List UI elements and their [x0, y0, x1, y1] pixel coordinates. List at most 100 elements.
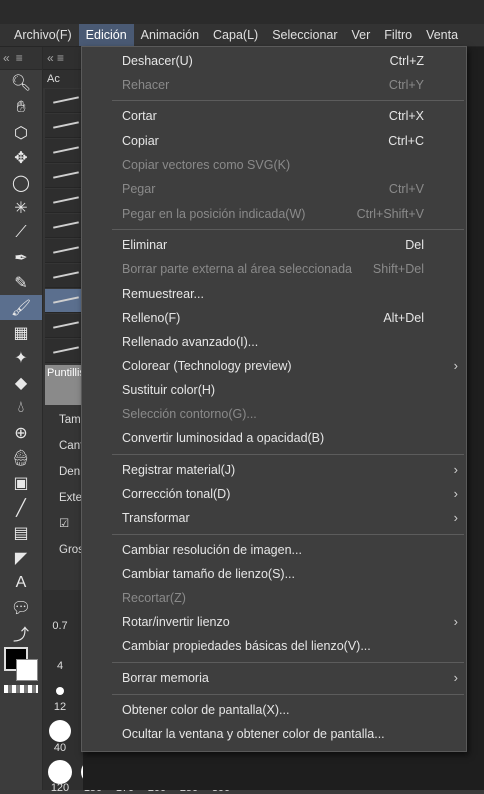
sparkle-tool-icon[interactable]: ✦ — [0, 345, 42, 370]
brush-tool-icon[interactable]: 🖌︎ — [0, 295, 42, 320]
menu-filtro[interactable]: Filtro — [377, 24, 419, 46]
menu-item-relleno[interactable]: Relleno(F) Alt+Del — [82, 306, 466, 330]
menu-item-shortcut: Ctrl+V — [388, 182, 424, 196]
decoration-tool-icon[interactable]: 🧁︎ — [0, 445, 42, 470]
checkbox-row[interactable]: ☑ — [43, 511, 83, 537]
eyedropper-icon[interactable]: ⟋ — [0, 220, 42, 245]
menu-item-deshacer[interactable]: Deshacer(U) Ctrl+Z — [82, 49, 466, 73]
object-tool-icon[interactable]: ⬡ — [0, 120, 42, 145]
magic-wand-icon[interactable]: ✳ — [0, 195, 42, 220]
menu-item-seleccion-contorno[interactable]: Selección contorno(G)... — [82, 402, 466, 426]
color-swatches[interactable] — [0, 645, 42, 683]
menu-ver[interactable]: Ver — [345, 24, 378, 46]
balloon-tool-icon[interactable]: 💬︎ — [0, 595, 42, 620]
menu-item-label: Copiar — [122, 134, 159, 148]
menu-item-registrar-material[interactable]: Registrar material(J) › — [82, 458, 466, 482]
menu-item-recortar[interactable]: Recortar(Z) — [82, 586, 466, 610]
prop-row[interactable]: Gros — [43, 537, 84, 563]
size-label[interactable]: 120 — [45, 782, 75, 794]
zoom-tool-icon[interactable]: 🔍︎ — [0, 70, 42, 95]
sub-color-swatch[interactable] — [16, 659, 38, 681]
eraser-tool-icon[interactable]: ◆ — [0, 370, 42, 395]
correct-line-tool-icon[interactable]: ⤴ — [0, 620, 42, 645]
menu-item-label: Cambiar propiedades básicas del lienzo(V… — [122, 639, 371, 653]
menu-item-label: Convertir luminosidad a opacidad(B) — [122, 431, 325, 445]
brush-item[interactable] — [45, 239, 81, 263]
menu-edicion[interactable]: Edición — [78, 24, 134, 46]
brush-item[interactable] — [45, 164, 81, 188]
menu-capa[interactable]: Capa(L) — [206, 24, 265, 46]
menu-item-rotar-invertir[interactable]: Rotar/invertir lienzo › — [82, 610, 466, 634]
menu-item-pegar-posicion[interactable]: Pegar en la posición indicada(W) Ctrl+Sh… — [82, 202, 466, 226]
pencil-tool-icon[interactable]: ✎ — [0, 270, 42, 295]
prop-row[interactable]: Tam — [43, 407, 83, 433]
menu-lines-icon[interactable]: ≡ — [13, 51, 26, 65]
gradient-tool-icon[interactable]: ▣ — [0, 470, 42, 495]
menu-item-borrar-externa[interactable]: Borrar parte externa al área seleccionad… — [82, 257, 466, 281]
size-label[interactable]: 12 — [45, 701, 75, 713]
collapse-icon[interactable]: « — [0, 51, 13, 65]
menu-item-borrar-memoria[interactable]: Borrar memoria › — [82, 666, 466, 690]
subtool-tab[interactable]: Ac — [43, 70, 83, 88]
menu-item-rellenado-avanzado[interactable]: Rellenado avanzado(I)... — [82, 330, 466, 354]
menu-item-sustituir-color[interactable]: Sustituir color(H) — [82, 378, 466, 402]
brush-item[interactable] — [45, 89, 81, 113]
submenu-arrow-icon: › — [453, 510, 458, 525]
subtool-tab-label: Ac — [47, 73, 60, 85]
text-tool-icon[interactable]: A — [0, 570, 42, 595]
title-strip — [0, 0, 484, 24]
menu-item-cambiar-tamano-lienzo[interactable]: Cambiar tamaño de lienzo(S)... — [82, 562, 466, 586]
pen-tool-icon[interactable]: ✒︎ — [0, 245, 42, 270]
menu-ventana[interactable]: Venta — [419, 24, 465, 46]
brush-item[interactable] — [45, 139, 81, 163]
hand-tool-icon[interactable]: ✋︎ — [0, 95, 42, 120]
fill-tool-icon[interactable]: ⊕ — [0, 420, 42, 445]
prop-row[interactable]: Cant — [43, 433, 83, 459]
transparent-color-swatch[interactable] — [4, 685, 38, 693]
size-label[interactable]: 40 — [45, 742, 75, 754]
size-dot[interactable] — [56, 687, 64, 695]
brush-item[interactable] — [45, 339, 81, 363]
size-label[interactable]: 4 — [45, 660, 75, 672]
size-dot[interactable] — [48, 760, 72, 784]
menu-item-correccion-tonal[interactable]: Corrección tonal(D) › — [82, 482, 466, 506]
ruler-tool-icon[interactable]: ◤ — [0, 545, 42, 570]
menu-item-label: Rehacer — [122, 78, 170, 92]
stamp-tool-icon[interactable]: ▦ — [0, 320, 42, 345]
move-tool-icon[interactable]: ✥ — [0, 145, 42, 170]
brush-item-selected[interactable] — [45, 289, 81, 313]
blend-tool-icon[interactable]: 💧︎ — [0, 395, 42, 420]
prop-row[interactable]: Den — [43, 459, 83, 485]
size-dot[interactable] — [49, 720, 71, 742]
menu-item-eliminar[interactable]: Eliminar Del — [82, 233, 466, 257]
menu-item-cambiar-resolucion[interactable]: Cambiar resolución de imagen... — [82, 538, 466, 562]
menu-item-obtener-color[interactable]: Obtener color de pantalla(X)... — [82, 698, 466, 722]
brush-item[interactable] — [45, 314, 81, 338]
menu-item-label: Registrar material(J) — [122, 463, 236, 477]
menu-archivo[interactable]: Archivo(F) — [0, 24, 79, 46]
frame-tool-icon[interactable]: ▤ — [0, 520, 42, 545]
prop-row[interactable]: Exte — [43, 485, 83, 511]
menu-item-rehacer[interactable]: Rehacer Ctrl+Y — [82, 73, 466, 97]
menu-item-remuestrear[interactable]: Remuestrear... — [82, 282, 466, 306]
menu-item-luminosidad-opacidad[interactable]: Convertir luminosidad a opacidad(B) — [82, 426, 466, 450]
menu-item-label: Borrar memoria — [122, 671, 209, 685]
line-tool-icon[interactable]: ╱ — [0, 495, 42, 520]
size-label[interactable]: 0.7 — [45, 620, 75, 632]
menu-item-ocultar-obtener-color[interactable]: Ocultar la ventana y obtener color de pa… — [82, 722, 466, 746]
menu-item-copiar-svg[interactable]: Copiar vectores como SVG(K) — [82, 153, 466, 177]
menu-item-colorear[interactable]: Colorear (Technology preview) › — [82, 354, 466, 378]
menu-item-cortar[interactable]: Cortar Ctrl+X — [82, 104, 466, 128]
menu-item-propiedades-lienzo[interactable]: Cambiar propiedades básicas del lienzo(V… — [82, 634, 466, 658]
menu-item-transformar[interactable]: Transformar › — [82, 506, 466, 530]
edit-dropdown-menu: Deshacer(U) Ctrl+Z Rehacer Ctrl+Y Cortar… — [81, 46, 467, 752]
menu-seleccionar[interactable]: Seleccionar — [265, 24, 344, 46]
menu-item-pegar[interactable]: Pegar Ctrl+V — [82, 177, 466, 201]
brush-item[interactable] — [45, 114, 81, 138]
menu-animacion[interactable]: Animación — [134, 24, 206, 46]
menu-item-copiar[interactable]: Copiar Ctrl+C — [82, 129, 466, 153]
brush-item[interactable] — [45, 189, 81, 213]
brush-item[interactable] — [45, 264, 81, 288]
lasso-tool-icon[interactable]: ◯ — [0, 170, 42, 195]
brush-item[interactable] — [45, 214, 81, 238]
